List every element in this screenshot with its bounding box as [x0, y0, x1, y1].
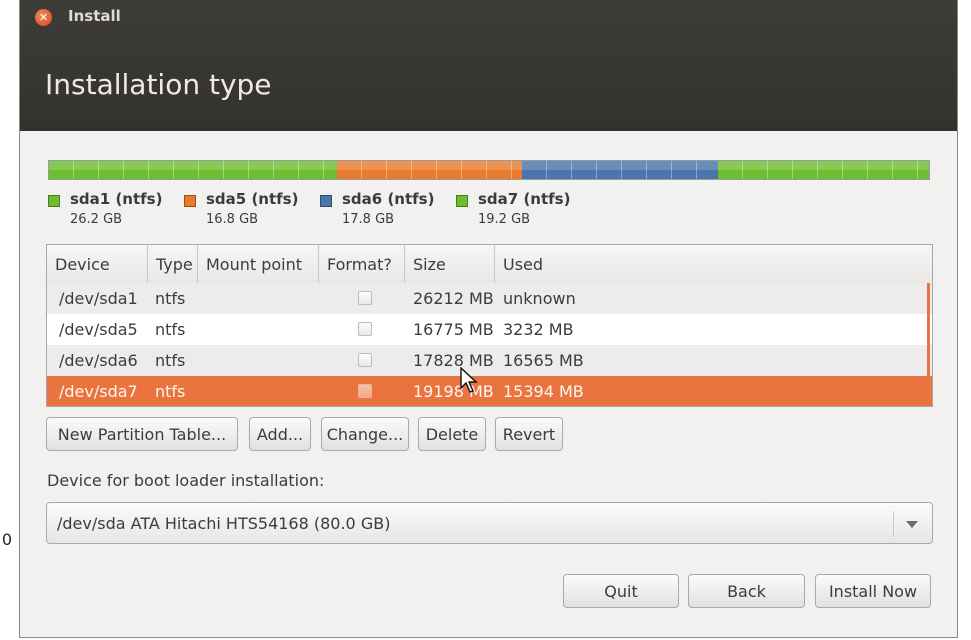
revert-button[interactable]: Revert — [495, 417, 563, 451]
table-scrollbar[interactable] — [927, 283, 930, 405]
table-row-selected[interactable]: /dev/sda7 ntfs 19198 MB 15394 MB — [47, 376, 932, 406]
legend-size: 26.2 GB — [70, 212, 123, 227]
partition-segment-sda1 — [49, 161, 338, 179]
close-icon[interactable]: ✕ — [35, 9, 52, 26]
add-partition-button[interactable]: Add... — [249, 417, 311, 451]
table-row[interactable]: /dev/sda6 ntfs 17828 MB 16565 MB — [47, 345, 932, 376]
window-title: Install — [68, 7, 121, 25]
window-header: ✕ Install Installation type — [20, 0, 957, 131]
legend-size: 19.2 GB — [478, 212, 531, 227]
bootloader-selected-value: /dev/sda ATA Hitachi HTS54168 (80.0 GB) — [57, 514, 391, 533]
mouse-cursor-icon — [460, 367, 478, 393]
partition-segment-sda7 — [717, 161, 930, 179]
combo-separator — [893, 511, 894, 537]
table-row[interactable]: /dev/sda1 ntfs 26212 MB unknown — [47, 283, 932, 314]
cell-type: ntfs — [155, 351, 186, 370]
cell-size: 17828 MB — [413, 351, 494, 370]
cell-used: unknown — [503, 289, 576, 308]
column-header-device[interactable]: Device — [47, 245, 148, 283]
cell-device: /dev/sda7 — [59, 382, 138, 401]
cell-used: 16565 MB — [503, 351, 584, 370]
legend-name: sda7 (ntfs) — [478, 190, 571, 208]
cell-device: /dev/sda6 — [59, 351, 138, 370]
new-partition-table-button[interactable]: New Partition Table... — [46, 417, 238, 451]
legend-size: 16.8 GB — [206, 212, 259, 227]
column-header-mount-point[interactable]: Mount point — [198, 245, 319, 283]
cell-size: 26212 MB — [413, 289, 494, 308]
back-button[interactable]: Back — [688, 574, 805, 608]
cell-device: /dev/sda5 — [59, 320, 138, 339]
legend-name: sda6 (ntfs) — [342, 190, 435, 208]
quit-button[interactable]: Quit — [563, 574, 679, 608]
change-partition-button[interactable]: Change... — [321, 417, 409, 451]
column-header-size[interactable]: Size — [405, 245, 495, 283]
column-header-type[interactable]: Type — [148, 245, 198, 283]
column-header-used[interactable]: Used — [495, 245, 932, 283]
cell-device: /dev/sda1 — [59, 289, 138, 308]
page-title: Installation type — [45, 68, 272, 101]
bootloader-device-select[interactable]: /dev/sda ATA Hitachi HTS54168 (80.0 GB) — [46, 502, 933, 544]
partition-bar — [48, 160, 930, 180]
delete-partition-button[interactable]: Delete — [418, 417, 486, 451]
format-checkbox[interactable] — [358, 322, 372, 336]
table-header: Device Type Mount point Format? Size Use… — [47, 245, 932, 284]
partition-segment-sda5 — [337, 161, 522, 179]
column-header-format[interactable]: Format? — [319, 245, 405, 283]
legend-swatch — [320, 195, 332, 207]
installer-window: ✕ Install Installation type sda1 (ntfs) … — [19, 0, 958, 638]
cell-type: ntfs — [155, 320, 186, 339]
legend-swatch — [184, 195, 196, 207]
partition-table: Device Type Mount point Format? Size Use… — [46, 244, 933, 407]
legend-swatch — [456, 195, 468, 207]
bootloader-label: Device for boot loader installation: — [47, 471, 325, 490]
format-checkbox[interactable] — [358, 384, 372, 398]
cell-size: 19198 MB — [413, 382, 494, 401]
partition-segment-sda6 — [521, 161, 718, 179]
cell-type: ntfs — [155, 382, 186, 401]
cell-type: ntfs — [155, 289, 186, 308]
cell-used: 3232 MB — [503, 320, 574, 339]
install-now-button[interactable]: Install Now — [815, 574, 931, 608]
legend-name: sda5 (ntfs) — [206, 190, 299, 208]
legend-name: sda1 (ntfs) — [70, 190, 163, 208]
format-checkbox[interactable] — [358, 291, 372, 305]
table-row[interactable]: /dev/sda5 ntfs 16775 MB 3232 MB — [47, 314, 932, 345]
partial-edge-text: 0 — [1, 530, 12, 549]
legend-swatch — [48, 195, 60, 207]
cell-used: 15394 MB — [503, 382, 584, 401]
chevron-down-icon[interactable] — [906, 521, 918, 528]
cell-size: 16775 MB — [413, 320, 494, 339]
legend-size: 17.8 GB — [342, 212, 395, 227]
format-checkbox[interactable] — [358, 353, 372, 367]
